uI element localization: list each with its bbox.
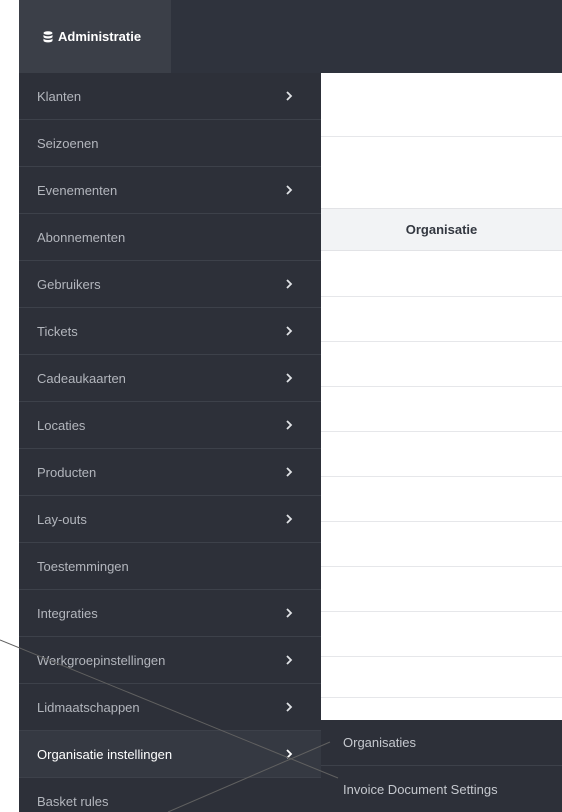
table-row xyxy=(321,431,562,432)
chevron-right-icon xyxy=(286,326,293,336)
organisatie-submenu: Organisaties Invoice Document Settings xyxy=(321,720,562,812)
sidebar-item-label: Gebruikers xyxy=(37,276,101,292)
sidebar-item-label: Producten xyxy=(37,464,97,480)
top-bar: Administratie xyxy=(0,0,562,73)
main-content: Organisatie xyxy=(321,73,562,720)
chevron-right-icon xyxy=(286,702,293,712)
sidebar-item-toestemmingen[interactable]: Toestemmingen xyxy=(19,543,321,590)
sidebar-item-evenementen[interactable]: Evenementen xyxy=(19,167,321,214)
sidebar-item-tickets[interactable]: Tickets xyxy=(19,308,321,355)
sidebar-item-gebruikers[interactable]: Gebruikers xyxy=(19,261,321,308)
sidebar-item-label: Klanten xyxy=(37,88,82,104)
sidebar-item-organisatie-instellingen[interactable]: Organisatie instellingen xyxy=(19,731,321,778)
chevron-right-icon xyxy=(286,185,293,195)
chevron-right-icon xyxy=(286,514,293,524)
table-row xyxy=(321,341,562,342)
sidebar-item-label: Tickets xyxy=(37,323,78,339)
chevron-right-icon xyxy=(286,655,293,665)
submenu-item-label: Invoice Document Settings xyxy=(343,781,498,797)
sidebar-item-label: Locaties xyxy=(37,417,86,433)
submenu-item-organisaties[interactable]: Organisaties xyxy=(321,720,562,766)
chevron-right-icon xyxy=(286,91,293,101)
table-row xyxy=(321,697,562,698)
sidebar-item-label: Abonnementen xyxy=(37,229,126,245)
chevron-right-icon xyxy=(286,749,293,759)
sidebar-item-label: Werkgroepinstellingen xyxy=(37,652,166,668)
sidebar-item-label: Lidmaatschappen xyxy=(37,699,140,715)
sidebar-item-label: Integraties xyxy=(37,605,98,621)
sidebar-item-seizoenen[interactable]: Seizoenen xyxy=(19,120,321,167)
table-row xyxy=(321,611,562,612)
submenu-item-invoice-document-settings[interactable]: Invoice Document Settings xyxy=(321,766,562,812)
sidebar-item-label: Seizoenen xyxy=(37,135,99,151)
page-left-strip xyxy=(0,73,19,812)
sidebar-item-abonnementen[interactable]: Abonnementen xyxy=(19,214,321,261)
chevron-right-icon xyxy=(286,420,293,430)
admin-sidebar: Klanten Seizoenen Evenementen Abonnementen G… xyxy=(19,73,321,812)
sidebar-item-label: Organisatie instellingen xyxy=(37,746,173,762)
table-divider xyxy=(321,136,562,137)
sidebar-item-label: Toestemmingen xyxy=(37,558,129,574)
sidebar-item-klanten[interactable]: Klanten xyxy=(19,73,321,120)
chevron-right-icon xyxy=(286,467,293,477)
chevron-right-icon xyxy=(286,373,293,383)
sidebar-item-lidmaatschappen[interactable]: Lidmaatschappen xyxy=(19,684,321,731)
administratie-tab[interactable]: Administratie xyxy=(19,0,171,73)
database-icon xyxy=(43,30,53,42)
sidebar-item-lay-outs[interactable]: Lay-outs xyxy=(19,496,321,543)
sidebar-item-integraties[interactable]: Integraties xyxy=(19,590,321,637)
table-row xyxy=(321,476,562,477)
column-header-organisatie[interactable]: Organisatie xyxy=(321,208,562,251)
sidebar-item-basket-rules[interactable]: Basket rules xyxy=(19,778,321,812)
sidebar-item-label: Lay-outs xyxy=(37,511,87,527)
sidebar-item-label: Cadeaukaarten xyxy=(37,370,126,386)
table-row xyxy=(321,566,562,567)
chevron-right-icon xyxy=(286,279,293,289)
sidebar-item-producten[interactable]: Producten xyxy=(19,449,321,496)
sidebar-item-label: Evenementen xyxy=(37,182,118,198)
top-bar-left-strip xyxy=(0,0,19,73)
administratie-tab-label: Administratie xyxy=(58,29,142,44)
sidebar-item-label: Basket rules xyxy=(37,794,109,809)
table-row xyxy=(321,521,562,522)
chevron-right-icon xyxy=(286,608,293,618)
submenu-item-label: Organisaties xyxy=(343,735,416,750)
table-row xyxy=(321,386,562,387)
table-row xyxy=(321,656,562,657)
sidebar-item-cadeaukaarten[interactable]: Cadeaukaarten xyxy=(19,355,321,402)
sidebar-item-werkgroepinstellingen[interactable]: Werkgroepinstellingen xyxy=(19,637,321,684)
column-header-label: Organisatie xyxy=(405,222,478,237)
sidebar-item-locaties[interactable]: Locaties xyxy=(19,402,321,449)
table-row xyxy=(321,296,562,297)
